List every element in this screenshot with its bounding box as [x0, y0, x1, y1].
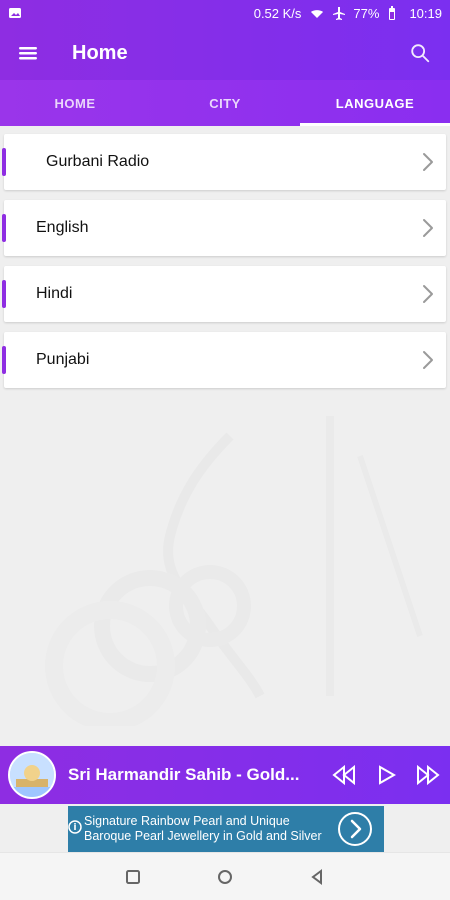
list-item-label: Gurbani Radio: [46, 153, 150, 170]
list-item-gurbani-radio[interactable]: Gurbani Radio: [2, 134, 446, 190]
player-controls: [330, 761, 442, 789]
chevron-right-icon: [420, 282, 436, 306]
tab-home[interactable]: HOME: [0, 80, 150, 126]
accent-bar: [2, 148, 6, 176]
station-avatar: [8, 751, 56, 799]
menu-icon[interactable]: [16, 41, 40, 65]
recent-apps-icon[interactable]: [122, 866, 144, 888]
ad-line-1: Signature Rainbow Pearl and Unique: [84, 814, 290, 828]
tab-label: LANGUAGE: [335, 95, 415, 111]
app-bar: Home: [0, 26, 450, 80]
home-circle-icon[interactable]: [214, 866, 236, 888]
accent-bar: [2, 214, 6, 242]
back-icon[interactable]: [306, 866, 328, 888]
play-icon[interactable]: [372, 761, 400, 789]
list-item-label: English: [36, 219, 89, 236]
time: 10:19: [409, 5, 442, 21]
ad-line-2: Baroque Pearl Jewellery in Gold and Silv…: [84, 829, 322, 843]
list-item-hindi[interactable]: Hindi: [2, 266, 446, 322]
tab-bar: HOME CITY LANGUAGE: [0, 80, 450, 126]
status-left: [8, 6, 22, 20]
content-area: Gurbani Radio English Hindi Punjabi: [0, 126, 450, 746]
tab-label: HOME: [54, 95, 96, 111]
search-icon[interactable]: [406, 39, 434, 67]
list-item-english[interactable]: English: [2, 200, 446, 256]
now-playing-title: Sri Harmandir Sahib - Gold...: [68, 765, 300, 784]
fast-forward-icon[interactable]: [414, 761, 442, 789]
accent-bar: [2, 280, 6, 308]
chevron-right-icon: [420, 150, 436, 174]
status-bar: 0.52 K/s 77% 10:19: [0, 0, 450, 26]
ad-banner[interactable]: Signature Rainbow Pearl and Unique Baroq…: [68, 806, 384, 852]
ad-text: Signature Rainbow Pearl and Unique Baroq…: [84, 814, 322, 844]
battery-percentage: 77%: [353, 5, 380, 21]
accent-bar: [2, 346, 6, 374]
status-right: 0.52 K/s 77% 10:19: [254, 6, 442, 21]
list-item-label: Punjabi: [36, 351, 90, 368]
tab-language[interactable]: LANGUAGE: [300, 80, 450, 126]
tab-label: CITY: [209, 95, 241, 111]
tab-city[interactable]: CITY: [150, 80, 300, 126]
language-list: Gurbani Radio English Hindi Punjabi: [0, 134, 450, 398]
chevron-right-icon: [420, 348, 436, 372]
list-item-label: Hindi: [36, 285, 73, 302]
airplane-icon: [331, 6, 346, 20]
mini-player: Sri Harmandir Sahib - Gold...: [0, 746, 450, 804]
system-navigation-bar: [0, 852, 450, 900]
gallery-icon: [8, 6, 22, 20]
wifi-icon: [309, 6, 324, 20]
network-speed: 0.52 K/s: [253, 5, 302, 21]
background-graphic: [0, 396, 450, 731]
battery-icon: [387, 6, 401, 20]
rewind-icon[interactable]: [330, 761, 358, 789]
page-title: Home: [72, 41, 128, 64]
list-item-punjabi[interactable]: Punjabi: [2, 332, 446, 388]
chevron-right-icon: [420, 216, 436, 240]
ad-cta-button[interactable]: [336, 810, 374, 848]
info-icon[interactable]: [68, 820, 82, 834]
